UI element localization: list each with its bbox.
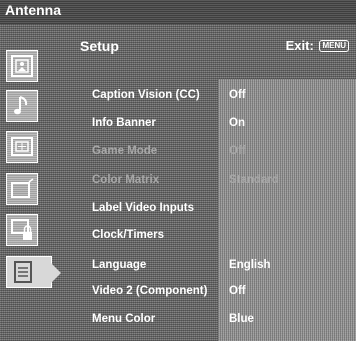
- picture-icon[interactable]: [6, 50, 38, 82]
- menu-item-caption-vision[interactable]: Caption Vision (CC) Off: [0, 87, 356, 107]
- menu-item-game-mode: Game Mode Off: [0, 143, 356, 163]
- top-bar: Antenna: [0, 0, 356, 24]
- menu-item-color-matrix: Color Matrix Standard: [0, 172, 356, 192]
- menu-item-label: Color Matrix: [92, 174, 160, 186]
- menu-key-icon: MENU: [319, 40, 349, 52]
- menu-item-label: Game Mode: [92, 145, 158, 157]
- page-title: Setup: [80, 38, 119, 54]
- menu-item-label: Caption Vision (CC): [92, 89, 200, 101]
- menu-item-value: Off: [229, 89, 246, 101]
- menu-item-clock-timers[interactable]: Clock/Timers: [0, 227, 356, 247]
- menu-item-value: On: [229, 117, 245, 129]
- tv-menu-screen: Antenna Setup Exit: MENU Caption Vision …: [0, 0, 356, 341]
- menu-item-label: Label Video Inputs: [92, 202, 195, 214]
- input-source-title: Antenna: [5, 2, 61, 18]
- menu-item-value: Standard: [229, 174, 279, 186]
- menu-item-label: Language: [92, 259, 147, 271]
- menu-item-label-video-inputs[interactable]: Label Video Inputs: [0, 200, 356, 220]
- exit-hint: Exit: MENU: [286, 38, 349, 53]
- menu-item-label: Info Banner: [92, 117, 156, 129]
- menu-item-video-2-component[interactable]: Video 2 (Component) Off: [0, 283, 356, 303]
- menu-item-label: Menu Color: [92, 313, 156, 325]
- menu-item-value: Blue: [229, 313, 254, 325]
- menu-item-language[interactable]: Language English: [0, 257, 356, 277]
- menu-item-value: English: [229, 259, 271, 271]
- menu-item-info-banner[interactable]: Info Banner On: [0, 115, 356, 135]
- menu-item-value: Off: [229, 285, 246, 297]
- exit-label: Exit:: [285, 38, 314, 53]
- menu-item-value: Off: [229, 145, 246, 157]
- menu-item-label: Video 2 (Component): [92, 285, 208, 297]
- menu-item-menu-color[interactable]: Menu Color Blue: [0, 311, 356, 331]
- menu-item-label: Clock/Timers: [92, 229, 165, 241]
